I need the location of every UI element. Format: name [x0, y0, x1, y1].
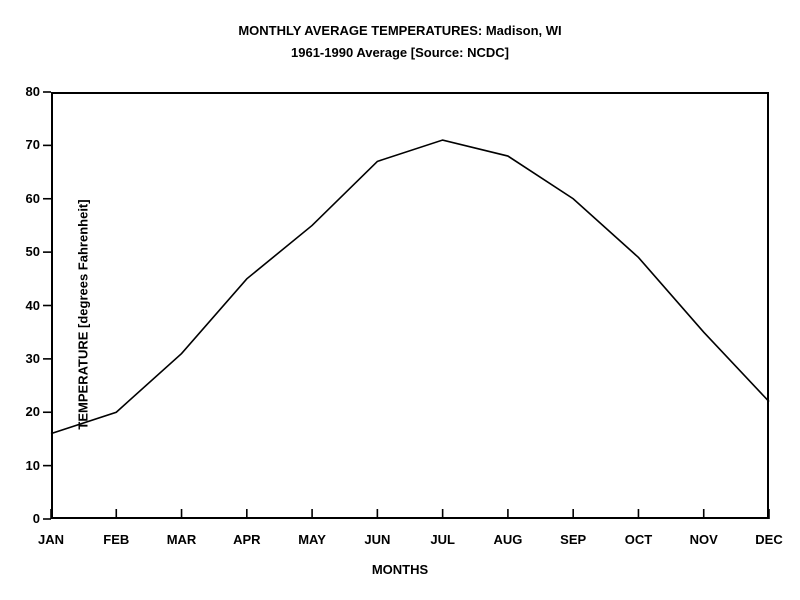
- y-axis-tick-label: 80: [25, 84, 40, 99]
- chart-title-line-1: MONTHLY AVERAGE TEMPERATURES: Madison, W…: [238, 23, 562, 38]
- x-axis-tick-label: JAN: [37, 532, 64, 547]
- temperature-line-chart: MONTHLY AVERAGE TEMPERATURES: Madison, W…: [0, 0, 800, 600]
- y-axis-title: TEMPERATURE [degrees Fahrenheit]: [75, 199, 91, 430]
- x-axis-tick-label: FEB: [103, 532, 130, 547]
- y-axis-tick-label: 10: [25, 457, 40, 473]
- x-axis-tick-label: JUL: [430, 532, 455, 547]
- x-axis-tick-label: NOV: [689, 532, 718, 547]
- y-axis-tick-label: 50: [25, 244, 40, 260]
- x-axis-tick-label: MAR: [166, 532, 197, 547]
- x-axis-title: MONTHS: [371, 562, 429, 577]
- plot-area-frame: [51, 92, 769, 519]
- x-axis-tick-label: JUN: [364, 532, 391, 547]
- x-axis-tick-label: DEC: [755, 532, 783, 547]
- y-axis-tick-label: 20: [25, 404, 40, 420]
- x-axis-tick-label: APR: [233, 532, 261, 547]
- x-axis-tick-label: OCT: [624, 532, 653, 547]
- y-axis-tick-label: 30: [25, 350, 40, 366]
- y-axis-tick-label: 40: [25, 297, 40, 313]
- y-axis-tick-label: 0: [32, 511, 40, 526]
- x-axis-tick-label: MAY: [298, 532, 326, 547]
- y-axis-tick-label: 60: [25, 190, 40, 206]
- y-axis-ticks: [43, 91, 51, 520]
- y-axis-tick-label: 70: [25, 137, 40, 153]
- chart-title-line-2: 1961-1990 Average [Source: NCDC]: [291, 45, 509, 60]
- x-axis-tick-label: AUG: [493, 532, 523, 547]
- chart-title-block: MONTHLY AVERAGE TEMPERATURES: Madison, W…: [0, 20, 800, 64]
- x-axis-tick-label: SEP: [560, 532, 587, 547]
